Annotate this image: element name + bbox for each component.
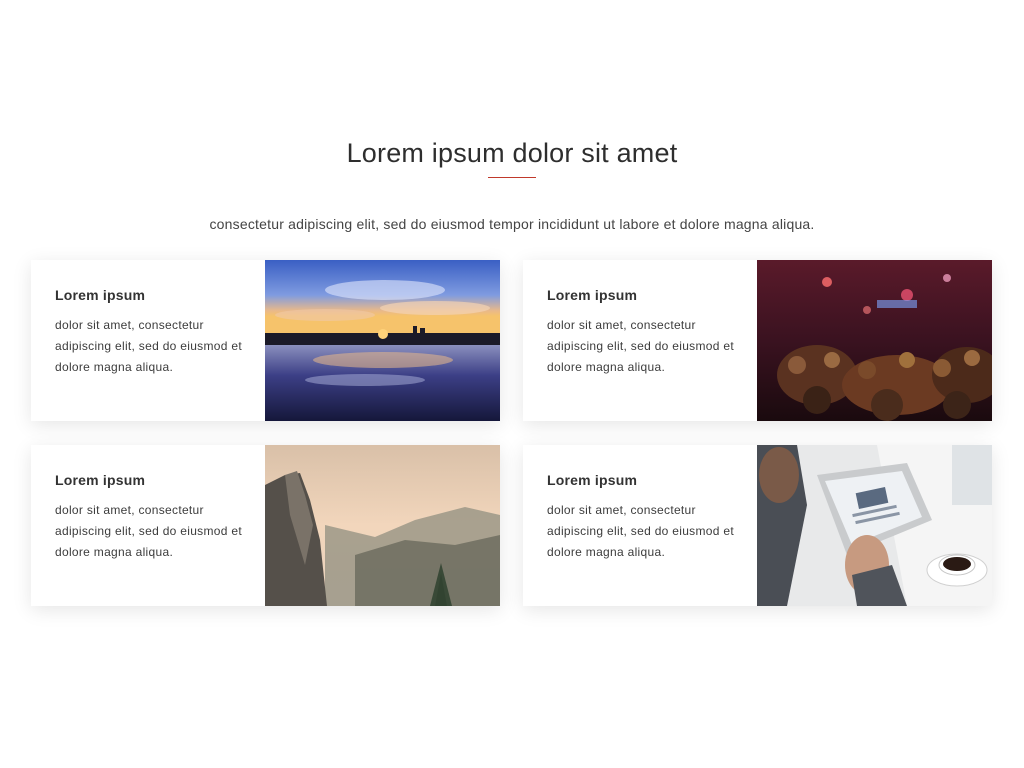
sunset-lake-image (265, 260, 500, 421)
title-underline (488, 177, 536, 178)
card-text: Lorem ipsum dolor sit amet, consectetur … (31, 445, 265, 606)
feature-card: Lorem ipsum dolor sit amet, consectetur … (523, 260, 992, 421)
tablet-coffee-image (757, 445, 992, 606)
card-heading: Lorem ipsum (55, 472, 146, 488)
section-title: Lorem ipsum dolor sit amet (346, 138, 678, 168)
card-text: Lorem ipsum dolor sit amet, consectetur … (31, 260, 265, 421)
card-body: dolor sit amet, consectetur adipiscing e… (547, 503, 734, 559)
card-body: dolor sit amet, consectetur adipiscing e… (547, 318, 734, 374)
mountain-cliff-image (265, 445, 500, 606)
section-subtitle: consectetur adipiscing elit, sed do eius… (209, 216, 815, 232)
card-heading: Lorem ipsum (547, 472, 638, 488)
card-text: Lorem ipsum dolor sit amet, consectetur … (523, 260, 757, 421)
feature-card: Lorem ipsum dolor sit amet, consectetur … (31, 260, 500, 421)
concert-crowd-image (757, 260, 992, 421)
card-heading: Lorem ipsum (55, 287, 146, 303)
features-section: Lorem ipsum dolor sit amet consectetur a… (0, 0, 1024, 768)
feature-card: Lorem ipsum dolor sit amet, consectetur … (31, 445, 500, 606)
feature-card: Lorem ipsum dolor sit amet, consectetur … (523, 445, 992, 606)
card-heading: Lorem ipsum (547, 287, 638, 303)
card-body: dolor sit amet, consectetur adipiscing e… (55, 503, 242, 559)
card-text: Lorem ipsum dolor sit amet, consectetur … (523, 445, 757, 606)
card-body: dolor sit amet, consectetur adipiscing e… (55, 318, 242, 374)
